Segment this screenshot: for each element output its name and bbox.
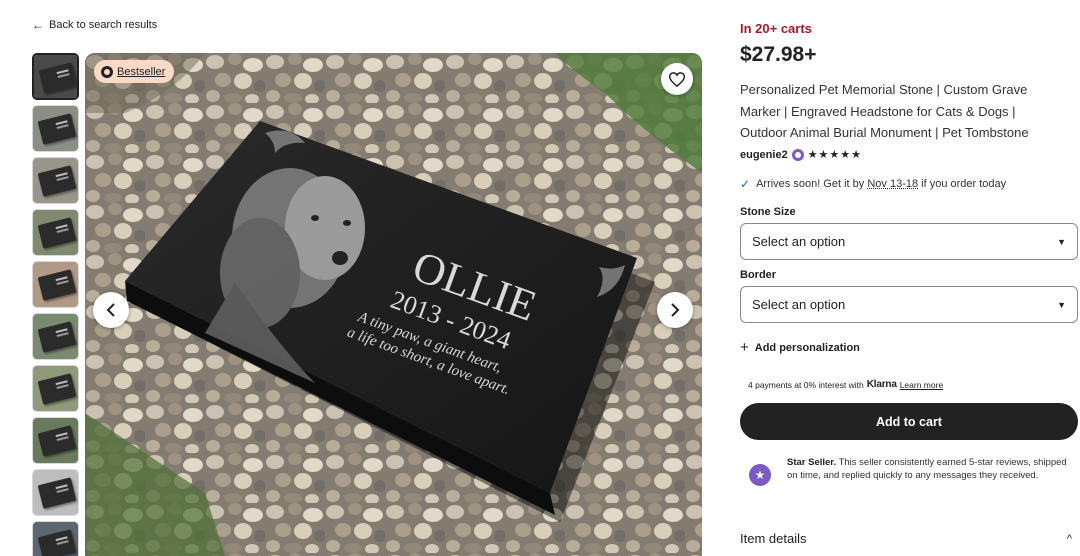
item-details-label: Item details bbox=[740, 531, 807, 546]
caret-down-icon: ▼ bbox=[1057, 236, 1066, 247]
next-image-button[interactable] bbox=[657, 292, 693, 328]
star-seller-info: ★ Star Seller. This seller consistently … bbox=[740, 456, 1078, 486]
border-label: Border bbox=[740, 269, 777, 281]
thumbnail-8[interactable] bbox=[32, 417, 79, 464]
stone-size-value: Select an option bbox=[752, 234, 846, 249]
price: $27.98+ bbox=[740, 43, 817, 66]
thumbnail-1[interactable] bbox=[32, 53, 79, 100]
in-carts-label: In 20+ carts bbox=[740, 21, 812, 36]
thumbnail-6[interactable] bbox=[32, 313, 79, 360]
plus-icon: + bbox=[740, 339, 749, 356]
border-value: Select an option bbox=[752, 297, 846, 312]
klarna-prefix: 4 payments at 0% interest with bbox=[748, 379, 864, 390]
star-seller-title: Star Seller. bbox=[787, 457, 837, 468]
star-seller-badge-icon bbox=[791, 148, 804, 161]
rating-stars[interactable]: ★★★★★ bbox=[808, 148, 862, 161]
bestseller-badge[interactable]: Bestseller bbox=[94, 60, 175, 83]
arrival-estimate: ✓ Arrives soon! Get it by Nov 13-18 if y… bbox=[740, 177, 1006, 191]
arrival-prefix: Arrives soon! Get it by bbox=[756, 178, 865, 190]
thumbnail-2[interactable] bbox=[32, 105, 79, 152]
previous-image-button[interactable] bbox=[93, 292, 129, 328]
arrow-left-icon: ← bbox=[32, 18, 44, 32]
arrival-date[interactable]: Nov 13-18 bbox=[867, 178, 918, 190]
thumbnail-10[interactable] bbox=[32, 521, 79, 556]
arrival-suffix: if you order today bbox=[921, 178, 1007, 190]
thumbnail-9[interactable] bbox=[32, 469, 79, 516]
item-details-toggle[interactable]: Item details ^ bbox=[740, 531, 1078, 546]
stone-size-select[interactable]: Select an option ▼ bbox=[740, 223, 1078, 260]
caret-down-icon: ▼ bbox=[1057, 299, 1066, 310]
chevron-right-icon bbox=[671, 303, 680, 317]
klarna-learn-more-link[interactable]: Learn more bbox=[900, 380, 943, 390]
add-to-cart-button[interactable]: Add to cart bbox=[740, 403, 1078, 440]
add-personalization-button[interactable]: + Add personalization bbox=[740, 340, 860, 355]
thumbnail-5[interactable] bbox=[32, 261, 79, 308]
chevron-left-icon bbox=[106, 303, 115, 317]
thumbnail-4[interactable] bbox=[32, 209, 79, 256]
shop-name-link[interactable]: eugenie2 bbox=[740, 149, 788, 161]
seller-row: eugenie2 ★★★★★ bbox=[740, 148, 862, 161]
klarna-payments: 4 payments at 0% interest with Klarna Le… bbox=[748, 379, 943, 390]
award-icon bbox=[101, 65, 113, 78]
chevron-up-icon: ^ bbox=[1066, 532, 1072, 545]
border-select[interactable]: Select an option ▼ bbox=[740, 286, 1078, 323]
add-personalization-label: Add personalization bbox=[754, 341, 860, 354]
thumbnail-strip bbox=[32, 53, 79, 556]
back-to-search-link[interactable]: ← Back to search results bbox=[32, 19, 157, 31]
check-icon: ✓ bbox=[740, 177, 751, 191]
favorite-button[interactable] bbox=[661, 63, 693, 95]
memorial-stone-photo: OLLIE 2013 - 2024 A tiny paw, a giant he… bbox=[85, 53, 702, 556]
back-link-label: Back to search results bbox=[49, 19, 158, 31]
product-main-image: OLLIE 2013 - 2024 A tiny paw, a giant he… bbox=[85, 53, 702, 556]
klarna-logo: Klarna bbox=[866, 379, 897, 390]
heart-icon bbox=[669, 71, 685, 87]
bestseller-label: Bestseller bbox=[117, 65, 166, 78]
product-title: Personalized Pet Memorial Stone | Custom… bbox=[740, 82, 1029, 140]
star-seller-text: Star Seller. This seller consistently ea… bbox=[787, 456, 1078, 482]
star-seller-icon: ★ bbox=[749, 464, 771, 486]
thumbnail-7[interactable] bbox=[32, 365, 79, 412]
thumbnail-3[interactable] bbox=[32, 157, 79, 204]
stone-size-label: Stone Size bbox=[740, 206, 796, 218]
